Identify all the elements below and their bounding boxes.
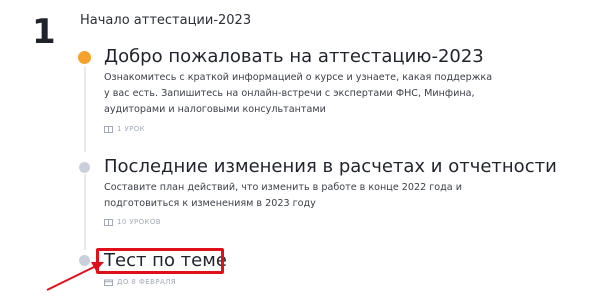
lesson-title-changes[interactable]: Последние изменения в расчетах и отчетно…: [104, 155, 557, 179]
section-number: 1: [32, 12, 56, 52]
lesson-count: 1 урок: [117, 125, 146, 133]
lesson-status-dot: [79, 255, 90, 266]
lesson-count: 10 уроков: [117, 218, 162, 226]
timeline-line: [84, 66, 86, 152]
lesson-status-dot-active: [78, 51, 91, 64]
lesson-status-dot: [79, 162, 90, 173]
lesson-meta-test: до 8 февраля: [104, 278, 176, 286]
lesson-description-changes: Составите план действий, что изменить в …: [104, 182, 462, 209]
highlight-box: [96, 248, 224, 274]
calendar-icon: [104, 279, 113, 286]
book-icon: [104, 125, 113, 133]
lesson-title-welcome[interactable]: Добро пожаловать на аттестацию-2023: [104, 45, 484, 69]
lesson-meta-changes: 10 уроков: [104, 218, 161, 226]
timeline-line: [84, 174, 86, 250]
course-program: 1 Начало аттестации-2023 Добро пожаловат…: [0, 0, 600, 305]
deadline: до 8 февраля: [117, 278, 177, 286]
book-icon: [104, 218, 113, 226]
lesson-description-welcome: Ознакомитесь с краткой информацией о кур…: [104, 72, 493, 115]
lesson-meta-welcome: 1 урок: [104, 125, 145, 133]
section-title: Начало аттестации-2023: [80, 13, 252, 28]
